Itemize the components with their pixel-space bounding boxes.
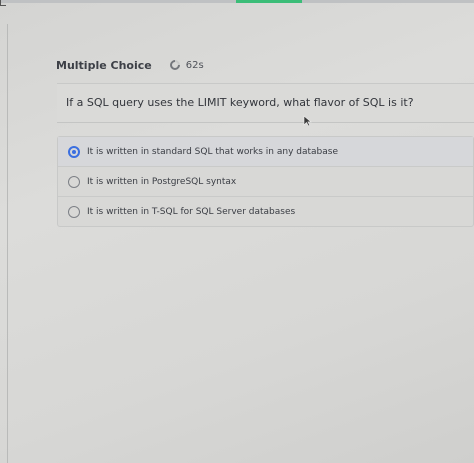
progress-fill — [236, 0, 302, 3]
answer-option-1[interactable]: It is written in standard SQL that works… — [58, 137, 473, 167]
question-type-label: Multiple Choice — [56, 58, 152, 72]
question-panel: If a SQL query uses the LIMIT keyword, w… — [57, 83, 474, 123]
corner-bracket — [0, 0, 6, 6]
answer-option-3[interactable]: It is written in T-SQL for SQL Server da… — [58, 197, 473, 226]
timer-value: 62s — [185, 59, 204, 71]
timer-icon — [167, 57, 182, 73]
answer-option-2[interactable]: It is written in PostgreSQL syntax — [58, 167, 473, 197]
mouse-cursor-icon — [303, 115, 312, 127]
radio-button[interactable] — [68, 175, 80, 188]
left-divider — [0, 24, 8, 463]
radio-button-selected[interactable] — [68, 145, 80, 158]
answer-option-label: It is written in standard SQL that works… — [87, 146, 338, 157]
question-header: Multiple Choice 62s — [56, 57, 204, 73]
radio-button[interactable] — [68, 205, 80, 218]
answer-options-list: It is written in standard SQL that works… — [57, 136, 474, 227]
answer-option-label: It is written in T-SQL for SQL Server da… — [87, 206, 296, 217]
answer-option-label: It is written in PostgreSQL syntax — [87, 176, 237, 187]
question-text: If a SQL query uses the LIMIT keyword, w… — [66, 96, 414, 109]
